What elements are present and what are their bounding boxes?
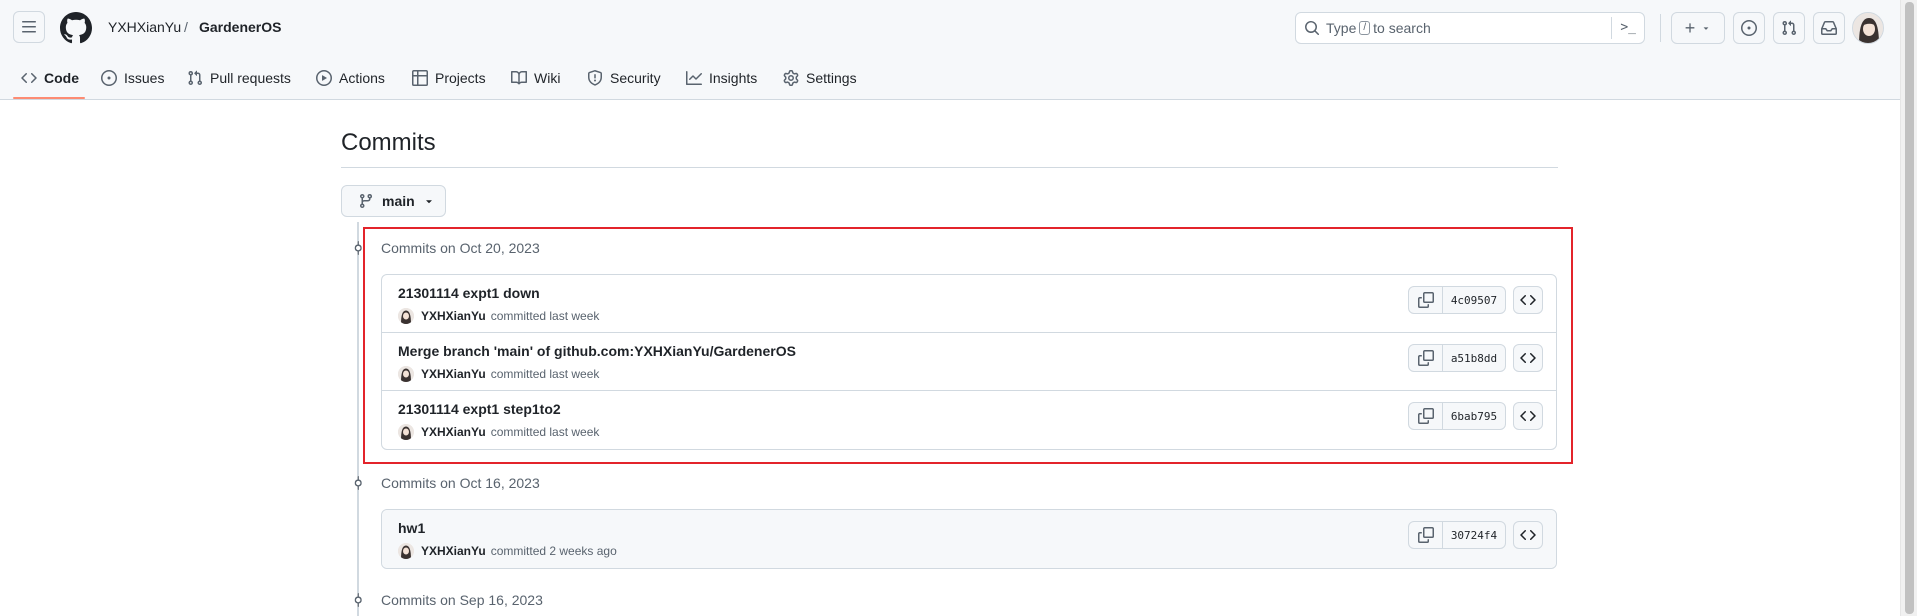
tab-settings-label: Settings <box>806 70 857 86</box>
tab-pull-requests[interactable]: Pull requests <box>187 66 291 90</box>
code-icon <box>1520 529 1536 541</box>
pull-request-icon <box>188 70 203 86</box>
commit-meta: YXHXianYu committed 2 weeks ago <box>398 543 617 559</box>
app-header: YXHXianYu / GardenerOS Type / to search … <box>0 0 1900 100</box>
gear-icon <box>783 70 799 86</box>
plus-icon: + <box>1684 18 1696 38</box>
inbox-icon <box>1821 21 1837 35</box>
tab-security-label: Security <box>610 70 661 86</box>
sha-button-group: 30724f4 <box>1408 521 1506 549</box>
page-title: Commits <box>341 129 436 156</box>
search-divider <box>1611 17 1612 39</box>
breadcrumb-owner[interactable]: YXHXianYu <box>108 19 181 35</box>
copy-sha-button[interactable] <box>1409 522 1443 548</box>
commit-group-heading: Commits on Oct 16, 2023 <box>381 475 540 491</box>
graph-icon <box>686 71 702 85</box>
book-icon <box>511 70 527 85</box>
create-new-button[interactable]: + <box>1671 12 1725 44</box>
git-branch-icon <box>359 194 372 209</box>
tab-issues[interactable]: Issues <box>101 66 164 90</box>
tab-insights-label: Insights <box>709 70 758 86</box>
shield-icon <box>588 70 602 86</box>
title-divider <box>341 167 1558 168</box>
issue-opened-icon <box>1741 20 1757 36</box>
avatar[interactable] <box>398 543 414 559</box>
commit-node-icon <box>351 476 365 490</box>
tab-code-label: Code <box>44 70 79 86</box>
command-palette-icon[interactable]: >_ <box>1620 20 1636 35</box>
breadcrumb-separator: / <box>184 19 188 35</box>
tab-wiki-label: Wiki <box>534 70 561 86</box>
tab-security[interactable]: Security <box>587 66 661 90</box>
top-bar: YXHXianYu / GardenerOS Type / to search … <box>0 0 1900 56</box>
commit-group-heading: Commits on Sep 16, 2023 <box>381 592 543 608</box>
header-divider <box>1660 14 1661 42</box>
commit-group-list: hw1 YXHXianYu committed 2 weeks ago 3072… <box>381 509 1557 569</box>
tab-projects-label: Projects <box>435 70 486 86</box>
hamburger-icon <box>22 21 36 33</box>
user-avatar[interactable] <box>1852 12 1884 44</box>
highlight-box <box>363 227 1573 464</box>
table-icon <box>412 70 428 86</box>
branch-selector-button[interactable]: main <box>341 185 446 217</box>
commit-author[interactable]: YXHXianYu <box>421 544 486 558</box>
repo-nav-tabs: Code Issues Pull requests Actions Projec… <box>0 56 1900 100</box>
search-placeholder-prefix: Type <box>1326 20 1357 36</box>
commit-row: hw1 YXHXianYu committed 2 weeks ago 3072… <box>382 510 1556 568</box>
notifications-button[interactable] <box>1813 12 1845 44</box>
issue-icon <box>101 70 117 86</box>
tab-wiki[interactable]: Wiki <box>511 66 560 90</box>
active-tab-indicator <box>13 97 85 99</box>
copy-icon <box>1417 527 1434 543</box>
tab-pull-requests-label: Pull requests <box>210 70 291 86</box>
menu-button[interactable] <box>13 11 45 43</box>
commit-sha-link[interactable]: 30724f4 <box>1443 522 1505 548</box>
timeline-line <box>357 222 359 616</box>
breadcrumb-repo[interactable]: GardenerOS <box>199 19 281 35</box>
browse-files-button[interactable] <box>1513 521 1543 549</box>
commit-message-link[interactable]: hw1 <box>398 520 425 536</box>
commit-node-icon <box>351 593 365 607</box>
commit-time: committed 2 weeks ago <box>490 544 617 558</box>
search-placeholder-suffix: to search <box>1373 20 1431 36</box>
tab-actions-label: Actions <box>339 70 385 86</box>
tab-insights[interactable]: Insights <box>686 66 757 90</box>
tab-settings[interactable]: Settings <box>783 66 857 90</box>
scrollbar-thumb[interactable] <box>1905 2 1914 614</box>
your-pull-requests-button[interactable] <box>1773 12 1805 44</box>
chevron-down-icon <box>1703 27 1709 30</box>
tab-actions[interactable]: Actions <box>316 66 385 90</box>
search-shortcut-key: / <box>1359 21 1371 35</box>
tab-projects[interactable]: Projects <box>412 66 486 90</box>
code-icon <box>21 72 37 84</box>
search-icon <box>1305 21 1320 36</box>
search-input[interactable]: Type / to search >_ <box>1295 12 1645 44</box>
git-pull-request-icon <box>1782 20 1797 36</box>
vertical-scrollbar[interactable] <box>1900 0 1917 616</box>
your-issues-button[interactable] <box>1733 12 1765 44</box>
branch-name: main <box>382 193 415 209</box>
github-logo-icon[interactable] <box>59 12 92 44</box>
tab-code[interactable]: Code <box>21 66 79 90</box>
play-icon <box>316 70 332 86</box>
chevron-down-icon <box>425 200 432 204</box>
tab-issues-label: Issues <box>124 70 165 86</box>
